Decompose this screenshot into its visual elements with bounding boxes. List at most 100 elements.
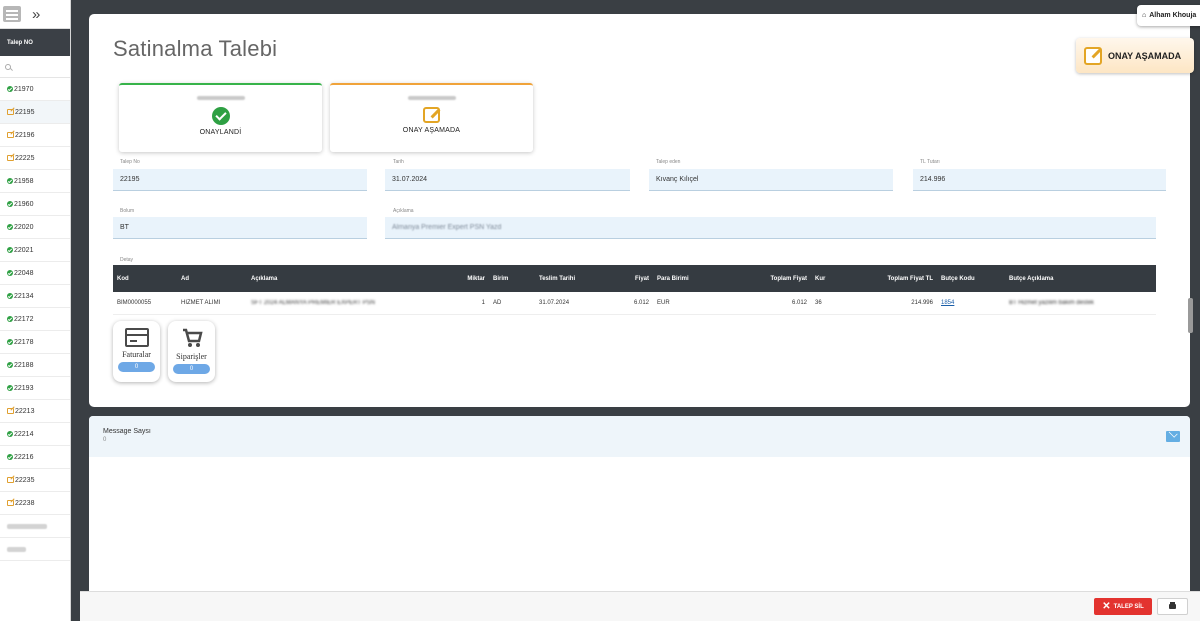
redacted-text xyxy=(7,523,47,529)
delete-request-button[interactable]: ✕ TALEP SİL xyxy=(1094,598,1152,615)
pending-status-icon xyxy=(7,500,14,506)
message-count-title: Message Saysı xyxy=(103,428,151,435)
hamburger-menu-icon[interactable] xyxy=(3,6,21,22)
pending-status-icon xyxy=(7,109,14,115)
close-icon: ✕ xyxy=(1102,600,1111,612)
sidebar-item[interactable]: 21960 xyxy=(0,193,70,216)
sidebar-item[interactable]: 22188 xyxy=(0,354,70,377)
redacted-text xyxy=(7,546,26,552)
talep-no-value: 22195 xyxy=(120,176,140,183)
detay-label: Detay xyxy=(120,257,134,263)
talep-eden-field[interactable]: Kıvanç Kılıçel xyxy=(649,169,893,191)
envelope-icon[interactable] xyxy=(1166,431,1180,442)
budget-code-link[interactable]: 1854 xyxy=(941,300,954,306)
sidebar-item[interactable]: 22134 xyxy=(0,285,70,308)
sidebar-item-redacted[interactable] xyxy=(0,538,70,561)
sidebar-item[interactable]: 22172 xyxy=(0,308,70,331)
sidebar-item[interactable]: 21958 xyxy=(0,170,70,193)
home-icon: ⌂ xyxy=(1142,12,1147,19)
sidebar-search[interactable] xyxy=(0,56,70,78)
approval-card-approved: ONAYLANDİ xyxy=(119,83,322,152)
shopping-cart-icon xyxy=(182,328,203,347)
expand-chevron-icon[interactable]: » xyxy=(32,7,40,22)
request-number: 21970 xyxy=(14,85,34,93)
bottom-action-bar: ✕ TALEP SİL xyxy=(80,591,1200,621)
print-button[interactable] xyxy=(1157,598,1188,615)
sidebar-item[interactable]: 22048 xyxy=(0,262,70,285)
table-header-row: Kod Ad Açıklama Miktar Birim Teslim Tari… xyxy=(113,265,1156,292)
column-header[interactable]: Para Birimi xyxy=(653,265,741,292)
pending-status-icon xyxy=(7,132,14,138)
approved-status-icon xyxy=(7,86,13,92)
approval-status: ONAY AŞAMADA xyxy=(402,127,461,134)
column-header[interactable]: Butçe Açıklama xyxy=(1005,265,1156,292)
request-number: 22020 xyxy=(14,223,34,231)
tarih-field[interactable]: 31.07.2024 xyxy=(385,169,630,191)
approval-card-pending: ONAY AŞAMADA xyxy=(330,83,533,152)
request-number: 22196 xyxy=(15,131,35,139)
sidebar-toolbar: » xyxy=(0,0,70,29)
tl-tutari-field[interactable]: 214.996 xyxy=(913,169,1166,191)
talep-no-field[interactable]: 22195 xyxy=(113,169,367,191)
bolum-field[interactable]: BT xyxy=(113,217,367,239)
sidebar-item[interactable]: 22196 xyxy=(0,124,70,147)
request-number: 22195 xyxy=(15,108,35,116)
approver-name-redacted xyxy=(407,96,456,100)
request-number: 22238 xyxy=(15,499,35,507)
tarih-label: Tarih xyxy=(393,159,404,165)
cell-teslim: 31.07.2024 xyxy=(535,292,623,315)
request-number: 22216 xyxy=(14,453,34,461)
cell-miktar: 1 xyxy=(417,292,489,315)
cell-ad: HIZMET ALIMI xyxy=(177,292,247,315)
orders-count: 0 xyxy=(173,364,210,374)
tl-tutari-value: 214.996 xyxy=(920,176,946,183)
sidebar-item[interactable]: 22216 xyxy=(0,446,70,469)
sidebar-item[interactable]: 22214 xyxy=(0,423,70,446)
request-number: 22021 xyxy=(14,246,34,254)
sidebar-item[interactable]: 22193 xyxy=(0,377,70,400)
table-row[interactable]: BIM0000055 HIZMET ALIMI SFT 2024 ALMANYA… xyxy=(113,292,1156,315)
credit-card-icon xyxy=(124,328,149,347)
sidebar-item[interactable]: 22225 xyxy=(0,147,70,170)
sidebar-item[interactable]: 22235 xyxy=(0,469,70,492)
approved-status-icon xyxy=(7,316,13,322)
scrollbar-thumb[interactable] xyxy=(1188,298,1193,333)
invoices-count: 0 xyxy=(118,362,155,372)
column-header[interactable]: Açıklama xyxy=(247,265,417,292)
column-header[interactable]: Fiyat xyxy=(623,265,653,292)
sidebar-item[interactable]: 22178 xyxy=(0,331,70,354)
request-number: 22193 xyxy=(14,384,34,392)
column-header[interactable]: Kod xyxy=(113,265,177,292)
user-badge[interactable]: ⌂ Alham Khouja xyxy=(1137,5,1200,26)
column-header[interactable]: Teslim Tarihi xyxy=(535,265,623,292)
sidebar-item[interactable]: 22021 xyxy=(0,239,70,262)
approval-stage-button[interactable]: ONAY AŞAMADA xyxy=(1076,38,1194,73)
sidebar-item[interactable]: 22238 xyxy=(0,492,70,515)
sidebar-item[interactable]: 22020 xyxy=(0,216,70,239)
orders-button[interactable]: Siparişler 0 xyxy=(168,321,215,382)
aciklama-field[interactable]: Almanya Premier Expert PSN Yazd xyxy=(385,217,1156,239)
column-header[interactable]: Butçe Kodu xyxy=(937,265,1005,292)
sidebar-item[interactable]: 22213 xyxy=(0,400,70,423)
sidebar-item-redacted[interactable] xyxy=(0,515,70,538)
column-header[interactable]: Birim xyxy=(489,265,535,292)
cell-fiyat: 6.012 xyxy=(623,292,653,315)
invoices-button[interactable]: Faturalar 0 xyxy=(113,321,160,382)
detail-table: Kod Ad Açıklama Miktar Birim Teslim Tari… xyxy=(113,265,1156,315)
approved-status-icon xyxy=(7,431,13,437)
approval-stage-label: ONAY AŞAMADA xyxy=(1108,50,1182,61)
user-name: Alham Khouja xyxy=(1149,12,1197,19)
approved-status-icon xyxy=(7,270,13,276)
edit-icon xyxy=(1084,46,1102,65)
cell-birim: AD xyxy=(489,292,535,315)
sidebar-item[interactable]: 22195 xyxy=(0,101,70,124)
request-number: 22134 xyxy=(14,292,34,300)
column-header[interactable]: Kur xyxy=(811,265,863,292)
column-header[interactable]: Toplam Fiyat xyxy=(741,265,811,292)
sidebar-item[interactable]: 21970 xyxy=(0,78,70,101)
column-header[interactable]: Miktar xyxy=(417,265,489,292)
page-title: Satinalma Talebi xyxy=(113,36,278,61)
column-header[interactable]: Ad xyxy=(177,265,247,292)
column-header[interactable]: Toplam Fiyat TL xyxy=(863,265,937,292)
request-number: 22225 xyxy=(15,154,35,162)
